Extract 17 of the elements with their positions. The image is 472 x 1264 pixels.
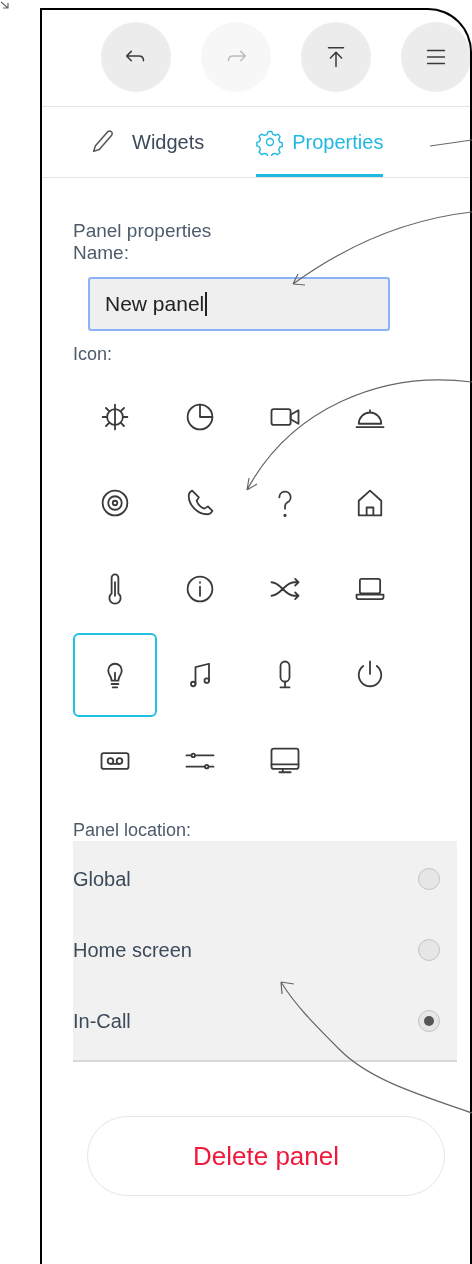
delete-panel-button[interactable]: Delete panel xyxy=(87,1116,445,1196)
gear-icon xyxy=(256,128,285,156)
tab[interactable]: Widgets xyxy=(88,107,205,177)
icon-label: Icon: xyxy=(73,343,114,365)
name-label: Name: xyxy=(73,242,130,264)
radio-button[interactable] xyxy=(418,1009,440,1032)
leader-line xyxy=(0,1,9,9)
location-option-label: Global xyxy=(73,866,131,892)
name-value: New panel xyxy=(105,292,208,316)
location-option-label: Home screen xyxy=(73,937,192,963)
radio-button[interactable] xyxy=(418,938,440,961)
section-heading: Panel properties xyxy=(73,220,213,242)
radio-button[interactable] xyxy=(418,867,440,890)
leader-line xyxy=(429,139,472,147)
location-label: Panel location: xyxy=(73,819,193,841)
location-option-label: In-Call xyxy=(73,1008,131,1034)
name-input-field[interactable]: New panel xyxy=(88,277,390,331)
